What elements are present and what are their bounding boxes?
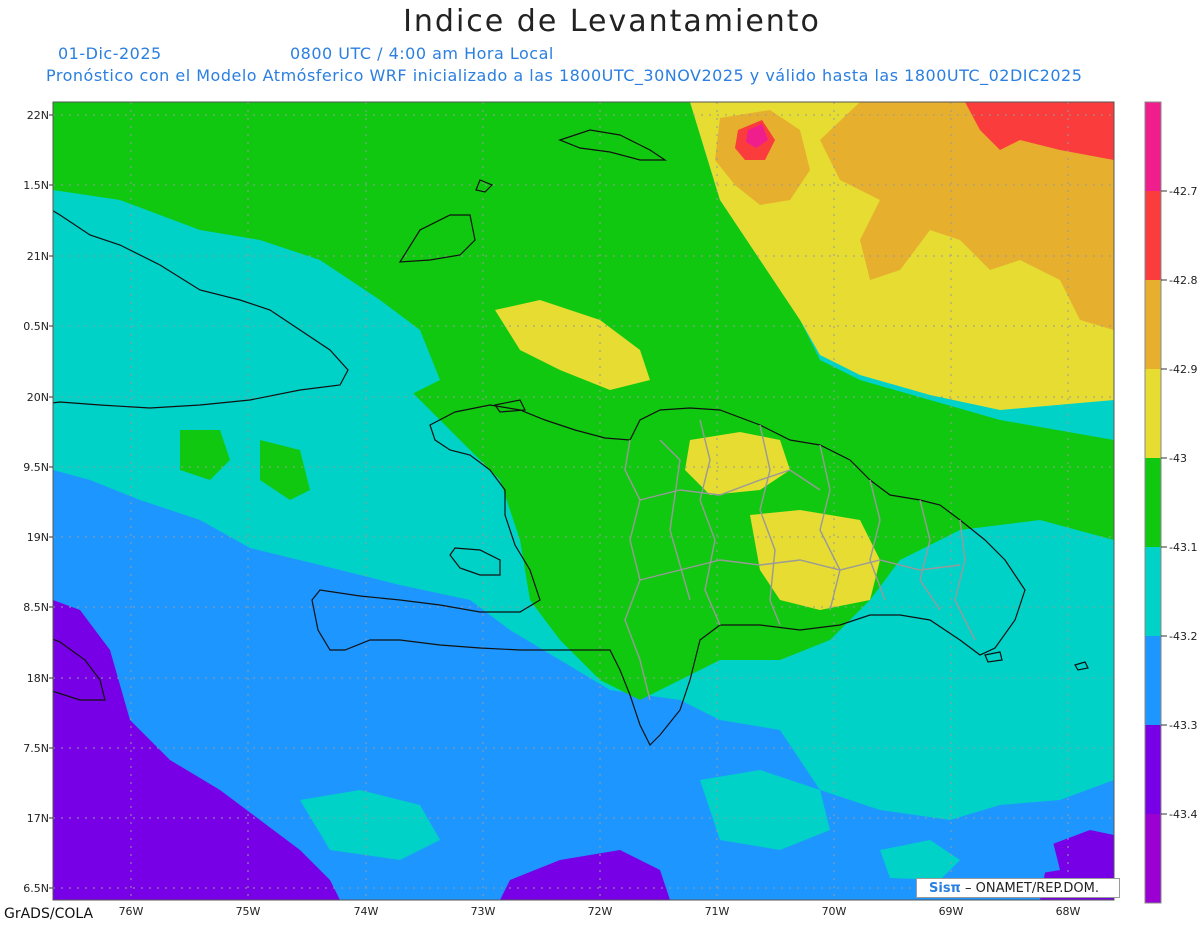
colorbar-segment (1145, 725, 1161, 814)
forecast-description: Pronóstico con el Modelo Atmósferico WRF… (46, 66, 1083, 85)
colorbar-label: -42.7 (1169, 185, 1197, 198)
lat-label: 6.5N (23, 882, 49, 895)
colorbar-segment (1145, 814, 1161, 903)
latitude-labels: 22N 1.5N 21N 0.5N 20N 9.5N 19N 8.5N 18N … (23, 109, 49, 895)
colorbar-segment (1145, 280, 1161, 369)
colorbar-segment (1145, 191, 1161, 280)
lon-label: 68W (1056, 905, 1081, 918)
lat-label: 19N (27, 531, 49, 544)
logo-brand: Sisπ (929, 881, 961, 896)
colorbar-label: -43.3 (1169, 719, 1197, 732)
colorbar-segment (1145, 369, 1161, 458)
onamet-logo: Sisπ – ONAMET/REP.DOM. (916, 878, 1120, 898)
map-plot-area (53, 102, 1114, 900)
logo-org: – ONAMET/REP.DOM. (960, 881, 1099, 896)
lat-label: 1.5N (23, 179, 49, 192)
colorbar-label: -42.9 (1169, 363, 1197, 376)
map-title: Indice de Levantamiento (403, 4, 821, 39)
lon-label: 74W (354, 905, 379, 918)
lon-label: 75W (236, 905, 261, 918)
lon-label: 72W (588, 905, 613, 918)
lon-label: 69W (939, 905, 964, 918)
colorbar-segment (1145, 636, 1161, 725)
colorbar-segment (1145, 547, 1161, 636)
latitude-ticks (49, 114, 53, 889)
lat-label: 17N (27, 812, 49, 825)
lat-label: 21N (27, 250, 49, 263)
lon-label: 73W (471, 905, 496, 918)
colorbar: -42.7 -42.8 -42.9 -43 -43.1 -43.2 -43.3 … (1144, 101, 1197, 904)
colorbar-label: -43.4 (1169, 808, 1197, 821)
colorbar-label: -43.2 (1169, 630, 1197, 643)
lon-label: 71W (705, 905, 730, 918)
colorbar-label: -43.1 (1169, 541, 1197, 554)
colorbar-label: -43 (1169, 452, 1187, 465)
lat-label: 20N (27, 391, 49, 404)
lon-label: 76W (119, 905, 144, 918)
lat-label: 22N (27, 109, 49, 122)
lat-label: 0.5N (23, 320, 49, 333)
lat-label: 9.5N (23, 461, 49, 474)
grads-credit: GrADS/COLA (4, 906, 94, 922)
forecast-date: 01-Dic-2025 (58, 44, 162, 63)
longitude-labels: 76W 75W 74W 73W 72W 71W 70W 69W 68W (119, 905, 1081, 918)
lat-label: 8.5N (23, 601, 49, 614)
lon-label: 70W (822, 905, 847, 918)
lifted-index-map: 22N 1.5N 21N 0.5N 20N 9.5N 19N 8.5N 18N … (23, 101, 1197, 918)
lat-label: 18N (27, 672, 49, 685)
lat-label: 7.5N (23, 742, 49, 755)
forecast-time: 0800 UTC / 4:00 am Hora Local (290, 44, 554, 63)
colorbar-segment (1145, 102, 1161, 191)
colorbar-segment (1145, 458, 1161, 547)
colorbar-label: -42.8 (1169, 274, 1197, 287)
